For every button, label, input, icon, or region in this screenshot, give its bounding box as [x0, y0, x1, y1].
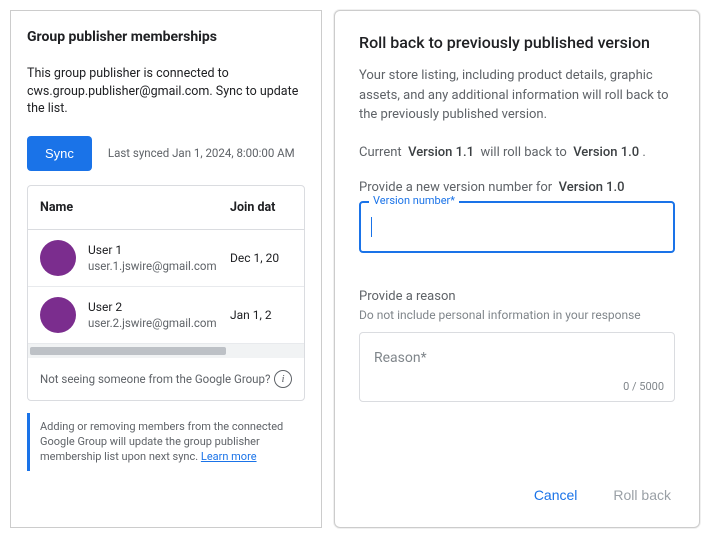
reason-subtext: Do not include personal information in y… — [359, 308, 675, 322]
not-seeing-text: Not seeing someone from the Google Group… — [40, 372, 270, 386]
user-block: User 1 user.1.jswire@gmail.com — [88, 242, 230, 273]
user-email: user.1.jswire@gmail.com — [88, 259, 230, 273]
provide-version-target: Version 1.0 — [559, 180, 625, 195]
roll-back-to-text: will roll back to — [480, 145, 566, 160]
reason-placeholder: Reason* — [374, 350, 427, 366]
group-publisher-panel: Group publisher memberships This group p… — [10, 10, 322, 528]
col-join-header: Join dat — [230, 200, 292, 215]
table-row[interactable]: User 1 user.1.jswire@gmail.com Dec 1, 20 — [28, 230, 304, 287]
col-name-header: Name — [40, 200, 230, 215]
reason-title: Provide a reason — [359, 289, 675, 304]
avatar — [40, 297, 76, 333]
target-version: Version 1.0 — [573, 145, 639, 160]
members-table: Name Join dat User 1 user.1.jswire@gmail… — [27, 185, 305, 401]
current-prefix: Current — [359, 145, 402, 160]
table-header: Name Join dat — [28, 186, 304, 230]
not-seeing-row: Not seeing someone from the Google Group… — [28, 358, 304, 400]
period: . — [642, 145, 645, 160]
provide-version-prefix: Provide a new version number for — [359, 180, 552, 195]
dialog-description: Your store listing, including product de… — [359, 66, 675, 125]
learn-more-link[interactable]: Learn more — [201, 450, 257, 463]
sync-row: Sync Last synced Jan 1, 2024, 8:00:00 AM — [27, 136, 305, 171]
rollback-dialog: Roll back to previously published versio… — [334, 10, 700, 528]
user-email: user.2.jswire@gmail.com — [88, 316, 230, 330]
current-version-line: Current Version 1.1 will roll back to Ve… — [359, 145, 675, 160]
cancel-button[interactable]: Cancel — [530, 479, 582, 511]
horizontal-scrollbar[interactable] — [28, 344, 304, 358]
scrollbar-thumb[interactable] — [30, 347, 226, 355]
char-count: 0 / 5000 — [623, 380, 664, 393]
text-caret — [371, 217, 372, 237]
version-number-field-wrap: Version number* — [359, 201, 675, 253]
rollback-button[interactable]: Roll back — [609, 479, 675, 511]
user-name: User 2 — [88, 299, 230, 316]
panel-description: This group publisher is connected to cws… — [27, 65, 305, 118]
sync-note: Adding or removing members from the conn… — [27, 413, 305, 471]
version-number-label: Version number* — [369, 194, 459, 207]
dialog-title: Roll back to previously published versio… — [359, 33, 675, 52]
sync-button[interactable]: Sync — [27, 136, 92, 171]
join-date: Jan 1, 2 — [230, 308, 272, 322]
user-name: User 1 — [88, 242, 230, 259]
provide-version-line: Provide a new version number for Version… — [359, 180, 675, 195]
current-version: Version 1.1 — [408, 145, 474, 160]
info-icon[interactable]: i — [274, 370, 292, 388]
dialog-actions: Cancel Roll back — [359, 463, 675, 511]
avatar — [40, 240, 76, 276]
version-number-input[interactable] — [359, 201, 675, 253]
reason-textarea[interactable]: Reason* 0 / 5000 — [359, 332, 675, 402]
panel-title: Group publisher memberships — [27, 29, 305, 45]
last-synced-text: Last synced Jan 1, 2024, 8:00:00 AM — [108, 146, 295, 160]
user-block: User 2 user.2.jswire@gmail.com — [88, 299, 230, 330]
join-date: Dec 1, 20 — [230, 251, 279, 265]
table-row[interactable]: User 2 user.2.jswire@gmail.com Jan 1, 2 — [28, 287, 304, 344]
